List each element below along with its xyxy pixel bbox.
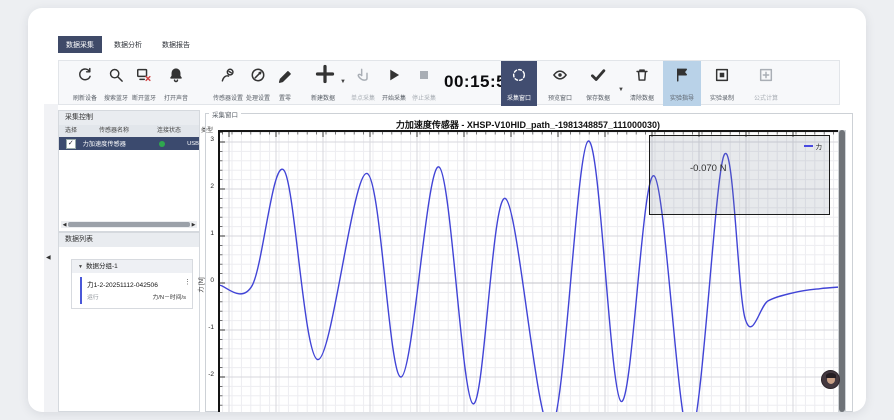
toolbar-formula-button: 公式计算 [746,61,786,106]
toolbar-experiment-record-button[interactable]: 实验录制 [702,61,742,106]
status-dot [159,141,165,147]
avatar-floating-button[interactable] [821,370,840,389]
sensor-table-header: 选择传感器名称连接状态类型 [59,125,199,137]
column-header: 传感器名称 [93,125,151,137]
capture-window-icon [511,67,527,83]
y-tick-label: 1 [188,230,214,237]
toolbar-plus-button[interactable]: 新建数据 [308,61,338,106]
toolbar: 00:15:54 刷新设备搜索蓝牙断开蓝牙打开声音传感器设置处理设置置零新建数据… [58,60,840,105]
data-group: ▼数据分组-1 力1-2-20251112-042506 运行 力/N－时间/s… [71,259,193,309]
toolbar-sound-bell-button[interactable]: 打开声音 [156,61,196,106]
chart-plot-area: -0.070 N 力 [218,130,842,412]
collection-control-panel: 采集控制 选择传感器名称连接状态类型 ✓力加速度传感器USB ◀ ▶ [58,110,200,232]
stop-icon [416,67,432,83]
data-group-header[interactable]: ▼数据分组-1 [72,260,192,273]
vertical-scrollbar[interactable] [838,130,846,412]
y-tick-label: -2 [188,371,214,378]
toolbar-capture-window-button[interactable]: 采集窗口 [501,61,537,106]
y-tick-label: 3 [188,136,214,143]
collection-control-title: 采集控制 [59,111,199,125]
tab-3[interactable]: 数据报告 [154,36,198,53]
sensor-checkbox[interactable]: ✓ [66,139,76,149]
tab-1[interactable]: 数据采集 [58,36,102,53]
bluetooth-disconnect-icon [136,67,152,83]
horizontal-scrollbar[interactable]: ◀ ▶ [61,221,197,228]
data-list-title: 数据列表 [59,233,199,247]
refresh-icon [77,67,93,83]
scrollbar-thumb[interactable] [839,130,845,412]
tab-2[interactable]: 数据分析 [106,36,150,53]
toolbar-preview-eye-button[interactable]: 预览窗口 [540,61,580,106]
y-tick-label: 2 [188,183,214,190]
data-list-item[interactable]: 力1-2-20251112-042506 运行 力/N－时间/s ⋮ [80,277,190,304]
tree-caret-icon: ▼ [78,264,83,270]
process-settings-icon [250,67,266,83]
plus-icon [315,64,331,80]
value-annotation: -0.070 N [690,163,726,174]
app-window: 数据采集数据分析数据报告 00:15:54 刷新设备搜索蓝牙断开蓝牙打开声音传感… [28,8,866,412]
chart-legend: 力 [804,141,823,151]
scroll-right-icon[interactable]: ▶ [190,222,197,228]
tab-bar: 数据采集数据分析数据报告 [58,36,198,53]
preview-eye-icon [552,67,568,83]
sensor-settings-icon [220,67,236,83]
save-check-icon [590,67,606,83]
data-item-name: 力1-2-20251112-042506 [87,279,186,289]
play-icon [386,67,402,83]
avatar-hair-icon [826,373,836,378]
trash-icon [634,67,650,83]
data-item-status: 运行 [87,292,99,301]
experiment-guide-icon [674,67,690,83]
zero-pen-icon [277,67,293,83]
y-tick-label: -1 [188,324,214,331]
toolbar-trash-button[interactable]: 清除数据 [622,61,662,106]
formula-icon [758,67,774,83]
collapse-panel-button[interactable]: ◀ [46,254,51,261]
toolbar-experiment-guide-button[interactable]: 实验指导 [663,61,701,106]
experiment-record-icon [714,67,730,83]
sensor-row[interactable]: ✓力加速度传感器USB [59,137,199,150]
column-header: 选择 [59,125,93,137]
toolbar-stop-button: 停止采集 [404,61,444,106]
toolbar-save-check-button[interactable]: 保存数据 [578,61,618,106]
sound-bell-icon [168,67,184,83]
data-group-label: 数据分组-1 [86,263,118,270]
desktop-background: 数据采集数据分析数据报告 00:15:54 刷新设备搜索蓝牙断开蓝牙打开声音传感… [0,0,894,420]
data-item-axes: 力/N－时间/s [153,292,187,301]
single-point-icon [355,67,371,83]
legend-line-icon [804,145,813,147]
bluetooth-search-icon [108,67,124,83]
toolbar-zero-pen-button[interactable]: 置零 [265,61,305,106]
data-list-panel: 数据列表 ▼数据分组-1 力1-2-20251112-042506 运行 力/N… [58,232,200,412]
legend-series-label: 力 [816,141,823,151]
scroll-left-icon[interactable]: ◀ [61,222,68,228]
scrollbar-thumb[interactable] [68,222,190,227]
sensor-name: 力加速度传感器 [76,139,142,148]
left-collapse-rail: ◀ [44,104,58,412]
y-axis-label: 力 [N] [196,268,206,302]
elapsed-timer: 00:15:54 [444,72,502,92]
